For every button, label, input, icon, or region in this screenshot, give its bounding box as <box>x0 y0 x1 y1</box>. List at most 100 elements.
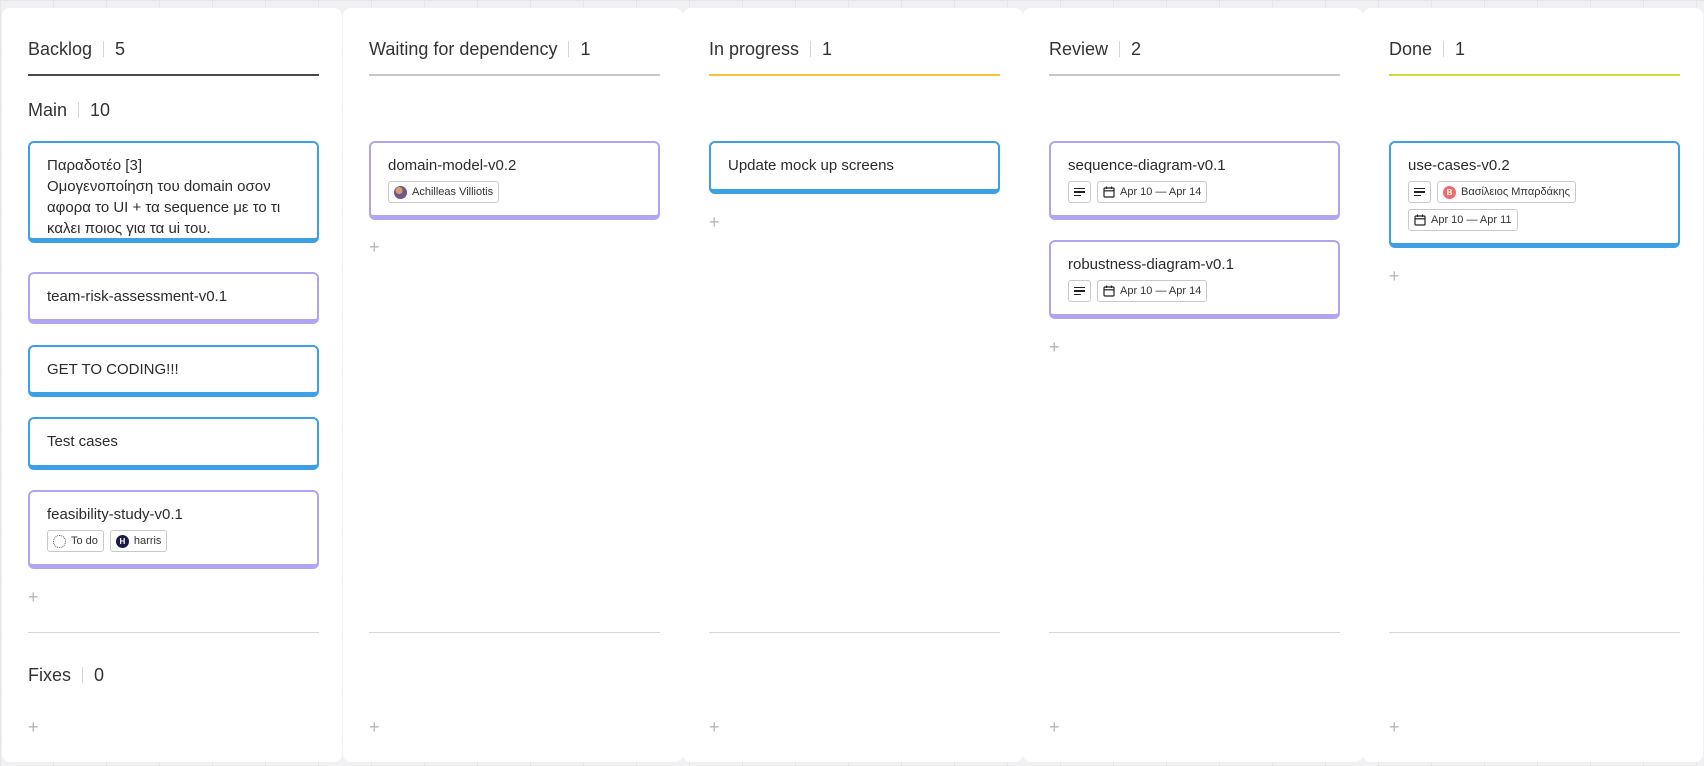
lane-divider <box>1389 632 1680 633</box>
add-card-button[interactable]: + <box>369 718 380 736</box>
column-header-done[interactable]: Done 1 <box>1389 38 1465 60</box>
column-title: In progress <box>709 38 800 59</box>
card-title: team-risk-assessment-v0.1 <box>47 288 228 305</box>
card-title: Παραδοτέο [3] Ομογενοποίηση του domain ο… <box>47 157 281 237</box>
card-title: GET TO CODING!!! <box>47 361 179 378</box>
divider <box>82 667 84 683</box>
lane-divider <box>1049 632 1340 633</box>
date-chip[interactable]: Apr 10 — Apr 11 <box>1408 209 1518 231</box>
add-card-button[interactable]: + <box>1389 267 1400 285</box>
column-backlog: Backlog 5 Main 10 Παραδοτέο [3] Ομογενοπ… <box>2 8 342 762</box>
task-card[interactable]: sequence-diagram-v0.1 Apr 10 — Apr 14 <box>1049 141 1340 220</box>
divider <box>103 41 105 57</box>
lane-header-main[interactable]: Main 10 <box>28 99 110 121</box>
task-card[interactable]: domain-model-v0.2 Achilleas Villiotis <box>369 141 660 220</box>
date-range: Apr 10 — Apr 11 <box>1431 213 1512 226</box>
todo-status-icon <box>53 534 66 548</box>
column-count: 2 <box>1131 38 1142 59</box>
column-review: Review 2 sequence-diagram-v0.1 Apr 10 — … <box>1023 8 1363 762</box>
lane-divider <box>28 632 319 633</box>
column-waiting-for-dependency: Waiting for dependency 1 domain-model-v0… <box>343 8 683 762</box>
card-tags: Achilleas Villiotis <box>388 181 641 203</box>
assignee-name: Achilleas Villiotis <box>412 185 494 198</box>
task-card[interactable]: GET TO CODING!!! <box>28 345 319 397</box>
description-icon <box>1414 187 1425 197</box>
column-done: Done 1 use-cases-v0.2 B Βασίλειος Μπαρδά… <box>1363 8 1703 762</box>
column-count: 1 <box>1455 38 1466 59</box>
column-title: Done <box>1389 38 1433 59</box>
divider <box>810 41 812 57</box>
column-accent-line <box>709 74 1000 76</box>
calendar-icon <box>1103 285 1115 297</box>
task-card[interactable]: Test cases <box>28 417 319 470</box>
assignee-chip[interactable]: H harris <box>109 530 168 552</box>
divider <box>568 41 570 57</box>
calendar-icon <box>1103 186 1115 198</box>
lane-count: 10 <box>90 99 111 120</box>
column-title: Backlog <box>28 38 93 59</box>
add-card-button[interactable]: + <box>28 718 39 736</box>
column-count: 1 <box>580 38 591 59</box>
column-header-waiting[interactable]: Waiting for dependency 1 <box>369 38 590 60</box>
task-card[interactable]: team-risk-assessment-v0.1 <box>28 272 319 324</box>
card-title: robustness-diagram-v0.1 <box>1068 256 1234 273</box>
column-in-progress: In progress 1 Update mock up screens + + <box>683 8 1023 762</box>
description-chip[interactable] <box>1068 181 1091 203</box>
status-chip[interactable]: To do <box>47 530 104 552</box>
lane-header-fixes[interactable]: Fixes 0 <box>28 664 104 686</box>
lane-title: Main <box>28 99 68 120</box>
description-chip[interactable] <box>1408 181 1431 203</box>
lane-divider <box>369 632 660 633</box>
lane-title: Fixes <box>28 664 72 685</box>
date-range: Apr 10 — Apr 14 <box>1120 284 1202 297</box>
column-title: Waiting for dependency <box>369 38 558 59</box>
column-accent-line <box>1049 74 1340 76</box>
lane-count: 0 <box>94 664 105 685</box>
add-card-button[interactable]: + <box>28 588 39 606</box>
add-card-button[interactable]: + <box>369 238 380 256</box>
add-card-button[interactable]: + <box>1389 718 1400 736</box>
column-header-review[interactable]: Review 2 <box>1049 38 1141 60</box>
kanban-board: Backlog 5 Main 10 Παραδοτέο [3] Ομογενοπ… <box>0 0 1704 766</box>
column-accent-line <box>28 74 319 76</box>
card-tags: To do H harris <box>47 530 300 552</box>
date-chip[interactable]: Apr 10 — Apr 14 <box>1097 280 1208 302</box>
avatar: B <box>1443 185 1456 199</box>
add-card-button[interactable]: + <box>709 213 720 231</box>
description-icon <box>1074 187 1085 197</box>
assignee-name: harris <box>133 534 162 547</box>
status-label: To do <box>71 534 98 547</box>
task-card[interactable]: use-cases-v0.2 B Βασίλειος Μπαρδάκης Apr… <box>1389 141 1680 248</box>
column-header-in-progress[interactable]: In progress 1 <box>709 38 832 60</box>
add-card-button[interactable]: + <box>1049 338 1060 356</box>
divider <box>1443 41 1445 57</box>
card-title: Test cases <box>47 433 118 450</box>
card-title: use-cases-v0.2 <box>1408 157 1510 174</box>
card-tags: Apr 10 — Apr 14 <box>1068 181 1321 203</box>
description-chip[interactable] <box>1068 280 1091 302</box>
add-card-button[interactable]: + <box>1049 718 1060 736</box>
task-card[interactable]: Update mock up screens <box>709 141 1000 194</box>
column-header-backlog[interactable]: Backlog 5 <box>28 38 125 60</box>
task-card[interactable]: Παραδοτέο [3] Ομογενοποίηση του domain ο… <box>28 141 319 243</box>
date-range: Apr 10 — Apr 14 <box>1120 185 1202 198</box>
assignee-chip[interactable]: B Βασίλειος Μπαρδάκης <box>1437 181 1576 203</box>
divider <box>1119 41 1121 57</box>
avatar <box>394 185 407 199</box>
assignee-name: Βασίλειος Μπαρδάκης <box>1461 185 1570 198</box>
card-title: sequence-diagram-v0.1 <box>1068 157 1226 174</box>
divider <box>78 102 80 118</box>
column-accent-line <box>1389 74 1680 76</box>
column-accent-line <box>369 74 660 76</box>
task-card[interactable]: robustness-diagram-v0.1 Apr 10 — Apr 14 <box>1049 240 1340 319</box>
assignee-chip[interactable]: Achilleas Villiotis <box>388 181 500 203</box>
card-title: Update mock up screens <box>728 157 894 174</box>
card-tags: Apr 10 — Apr 14 <box>1068 280 1321 302</box>
description-icon <box>1074 286 1085 296</box>
task-card[interactable]: feasibility-study-v0.1 To do H harris <box>28 490 319 569</box>
date-chip[interactable]: Apr 10 — Apr 14 <box>1097 181 1208 203</box>
column-count: 5 <box>115 38 126 59</box>
avatar: H <box>115 534 129 548</box>
calendar-icon <box>1414 214 1426 226</box>
add-card-button[interactable]: + <box>709 718 720 736</box>
